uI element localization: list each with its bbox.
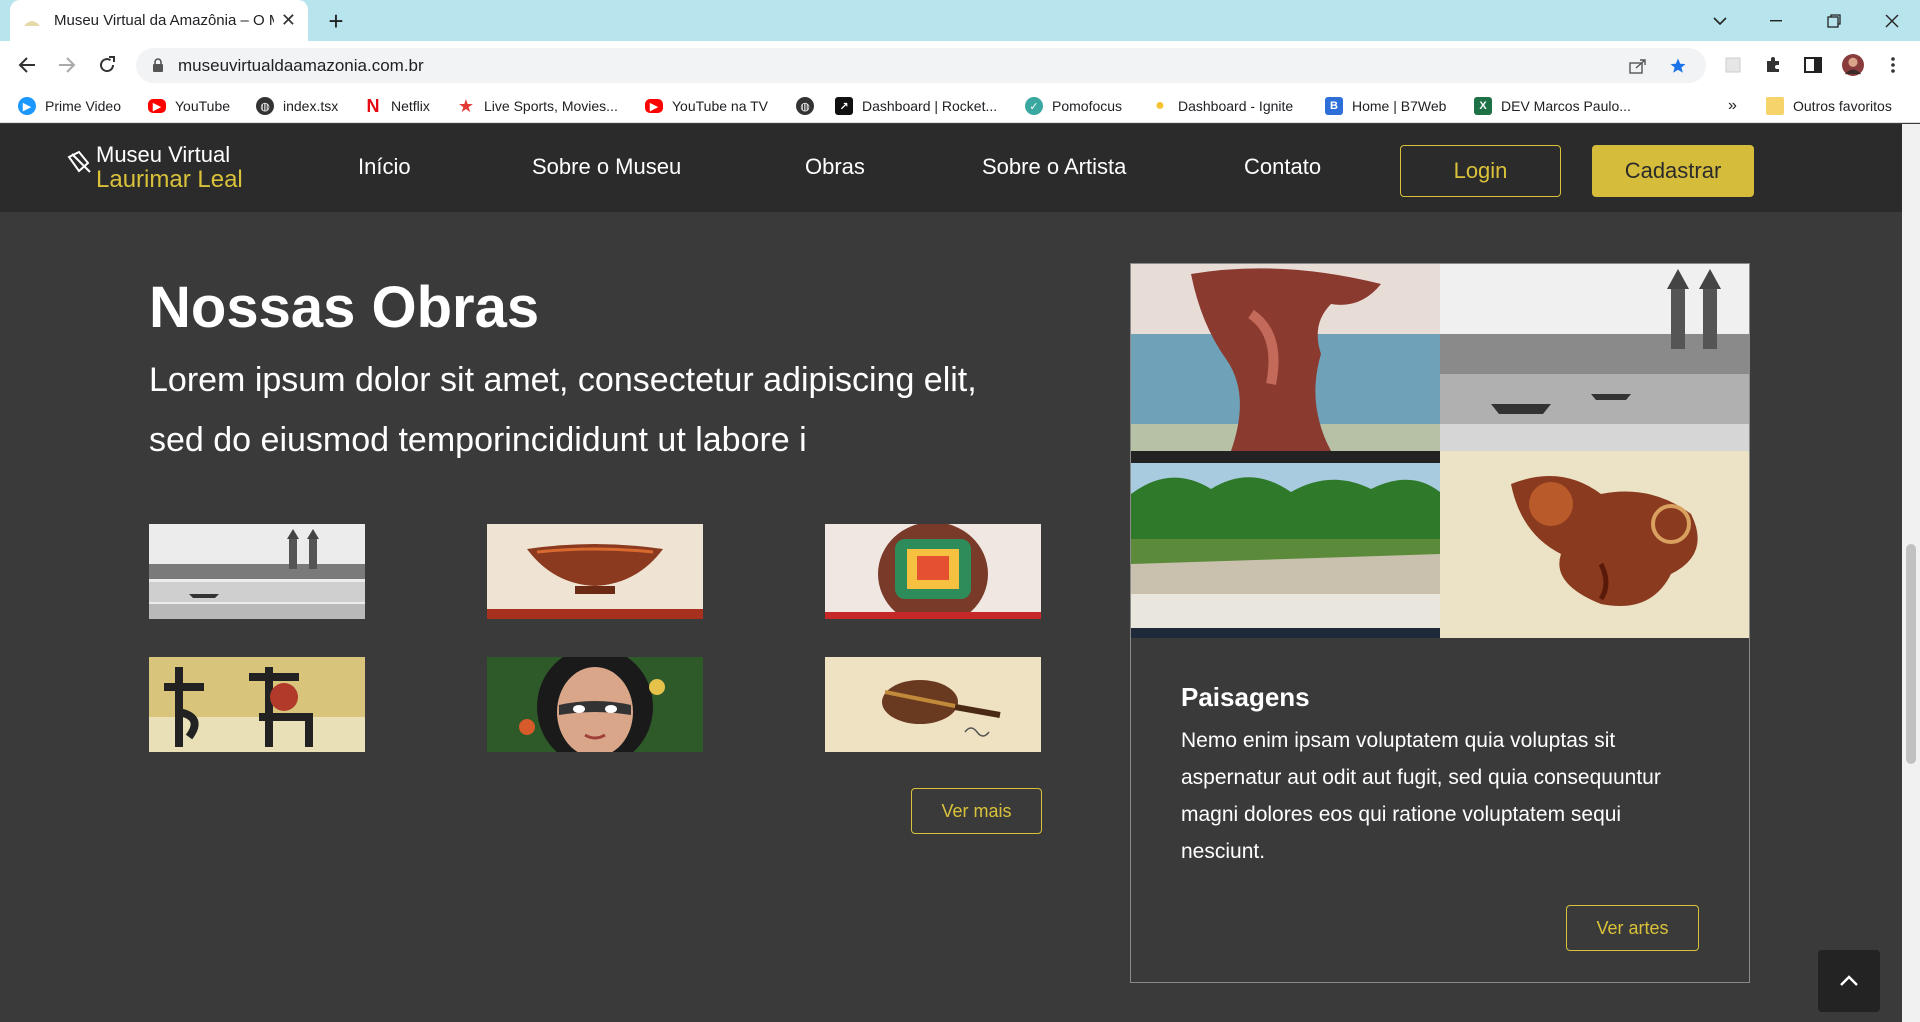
side-panel-icon[interactable] (1802, 54, 1824, 76)
bookmark-star-icon[interactable] (1668, 56, 1688, 76)
prime-video-icon: ▶ (18, 97, 36, 115)
bookmark-live-sports[interactable]: ★ Live Sports, Movies... (457, 95, 618, 117)
scrollbar-thumb[interactable] (1906, 544, 1916, 764)
excel-icon: X (1474, 97, 1492, 115)
browser-tab[interactable]: Museu Virtual da Amazônia – O M ✕ (10, 0, 308, 41)
extension-icon[interactable] (1722, 54, 1744, 76)
bookmark-globe[interactable]: ◍ (796, 95, 823, 117)
back-button[interactable] (13, 51, 41, 79)
chevron-up-icon (1840, 975, 1858, 986)
rocketseat-icon: ↗ (835, 97, 853, 115)
site-logo[interactable]: Museu Virtual Laurimar Leal (66, 144, 243, 194)
bookmark-label: Netflix (391, 98, 430, 114)
artwork-thumbnail-instrument[interactable] (825, 657, 1041, 752)
bookmark-label: Dashboard | Rocket... (862, 98, 998, 114)
quill-icon (67, 150, 91, 173)
minimize-button[interactable] (1756, 0, 1796, 41)
bookmark-youtube-tv[interactable]: ▶ YouTube na TV (645, 95, 768, 117)
bookmark-label: Live Sports, Movies... (484, 98, 618, 114)
artwork-thumbnail-mask[interactable] (825, 524, 1041, 619)
more-bookmarks-button[interactable]: » (1728, 95, 1737, 117)
artwork-thumbnail-face[interactable] (487, 657, 703, 752)
close-window-button[interactable] (1872, 0, 1912, 41)
page-viewport: Museu Virtual Laurimar Leal Início Sobre… (0, 124, 1902, 1022)
chrome-menu-icon[interactable] (1882, 54, 1904, 76)
youtube-icon: ▶ (148, 99, 166, 113)
nav-sobre-artista[interactable]: Sobre o Artista (982, 154, 1126, 180)
nav-obras[interactable]: Obras (805, 154, 865, 180)
bookmark-label: DEV Marcos Paulo... (1501, 98, 1631, 114)
back-to-top-button[interactable] (1818, 950, 1880, 1012)
card-title: Paisagens (1181, 682, 1310, 712)
bookmark-prime-video[interactable]: ▶ Prime Video (18, 95, 121, 117)
url-text: museuvirtualdaamazonia.com.br (178, 55, 424, 75)
logo-line-2: Laurimar Leal (96, 166, 243, 193)
forward-button[interactable] (53, 51, 81, 79)
bookmark-label: YouTube na TV (672, 98, 769, 114)
bookmark-dashboard-ignite[interactable]: ● Dashboard - Ignite (1151, 95, 1293, 117)
restore-button[interactable] (1814, 0, 1854, 41)
logo-line-1: Museu Virtual (96, 142, 231, 167)
youtube-icon: ▶ (645, 99, 663, 113)
site-favicon-icon (22, 11, 42, 31)
reload-button[interactable] (93, 51, 121, 79)
bookmark-b7web[interactable]: B Home | B7Web (1325, 95, 1446, 117)
nav-inicio[interactable]: Início (358, 154, 411, 180)
tab-title: Museu Virtual da Amazônia – O M (54, 12, 274, 29)
browser-toolbar: museuvirtualdaamazonia.com.br (0, 41, 1920, 89)
new-tab-button[interactable]: + (322, 8, 350, 36)
bookmark-label: YouTube (175, 98, 231, 114)
login-button[interactable]: Login (1400, 145, 1561, 197)
address-bar[interactable]: museuvirtualdaamazonia.com.br (136, 48, 1706, 83)
bookmark-youtube[interactable]: ▶ YouTube (148, 95, 230, 117)
browser-tab-strip: Museu Virtual da Amazônia – O M ✕ + (0, 0, 1920, 41)
bookmarks-bar: ▶ Prime Video ▶ YouTube ◍ index.tsx N Ne… (0, 89, 1920, 123)
nav-sobre-museu[interactable]: Sobre o Museu (532, 154, 681, 180)
nav-contato[interactable]: Contato (1244, 154, 1321, 180)
extensions-puzzle-icon[interactable] (1762, 54, 1784, 76)
bookmark-label: Dashboard - Ignite (1178, 98, 1294, 114)
bulb-icon: ● (1155, 97, 1165, 114)
bookmark-index-tsx[interactable]: ◍ index.tsx (256, 95, 338, 117)
ver-artes-button[interactable]: Ver artes (1566, 905, 1699, 951)
star-icon: ★ (457, 95, 475, 116)
globe-icon: ◍ (256, 97, 274, 115)
bookmark-label: Prime Video (45, 98, 122, 114)
artwork-collage-image[interactable] (1131, 264, 1751, 638)
bookmark-label: index.tsx (283, 98, 339, 114)
ver-mais-button[interactable]: Ver mais (911, 788, 1042, 834)
card-description: Nemo enim ipsam voluptatem quia voluptas… (1181, 729, 1661, 863)
category-card: Paisagens Nemo enim ipsam voluptatem qui… (1130, 263, 1750, 983)
profile-avatar[interactable] (1842, 54, 1864, 76)
artwork-thumbnail-symbols[interactable] (149, 657, 365, 752)
artwork-thumbnail-bowl[interactable] (487, 524, 703, 619)
share-icon[interactable] (1628, 56, 1648, 76)
lock-icon[interactable] (152, 58, 164, 78)
bookmark-other-favorites[interactable]: Outros favoritos (1766, 95, 1892, 117)
bookmark-label: Home | B7Web (1352, 98, 1447, 114)
bookmark-pomofocus[interactable]: ✓ Pomofocus (1025, 95, 1122, 117)
bookmark-dashboard-rocket[interactable]: ↗ Dashboard | Rocket... (835, 95, 997, 117)
bookmark-netflix[interactable]: N Netflix (364, 95, 430, 117)
netflix-icon: N (366, 95, 380, 116)
section-lead: Lorem ipsum dolor sit amet, consectetur … (149, 361, 977, 459)
b7web-icon: B (1325, 97, 1343, 115)
check-icon: ✓ (1025, 97, 1043, 115)
folder-icon (1766, 97, 1784, 115)
bookmark-dev-marcos[interactable]: X DEV Marcos Paulo... (1474, 95, 1631, 117)
bookmark-label: Pomofocus (1052, 98, 1123, 114)
tab-close-icon[interactable]: ✕ (281, 10, 296, 31)
tab-search-icon[interactable] (1700, 0, 1740, 41)
globe-icon: ◍ (796, 97, 814, 115)
artwork-thumbnail-cathedral[interactable] (149, 524, 365, 619)
section-title: Nossas Obras (149, 275, 540, 340)
bookmark-label: Outros favoritos (1793, 98, 1892, 114)
site-header: Museu Virtual Laurimar Leal Início Sobre… (0, 124, 1902, 212)
signup-button[interactable]: Cadastrar (1592, 145, 1754, 197)
page-scrollbar[interactable] (1902, 124, 1920, 1022)
